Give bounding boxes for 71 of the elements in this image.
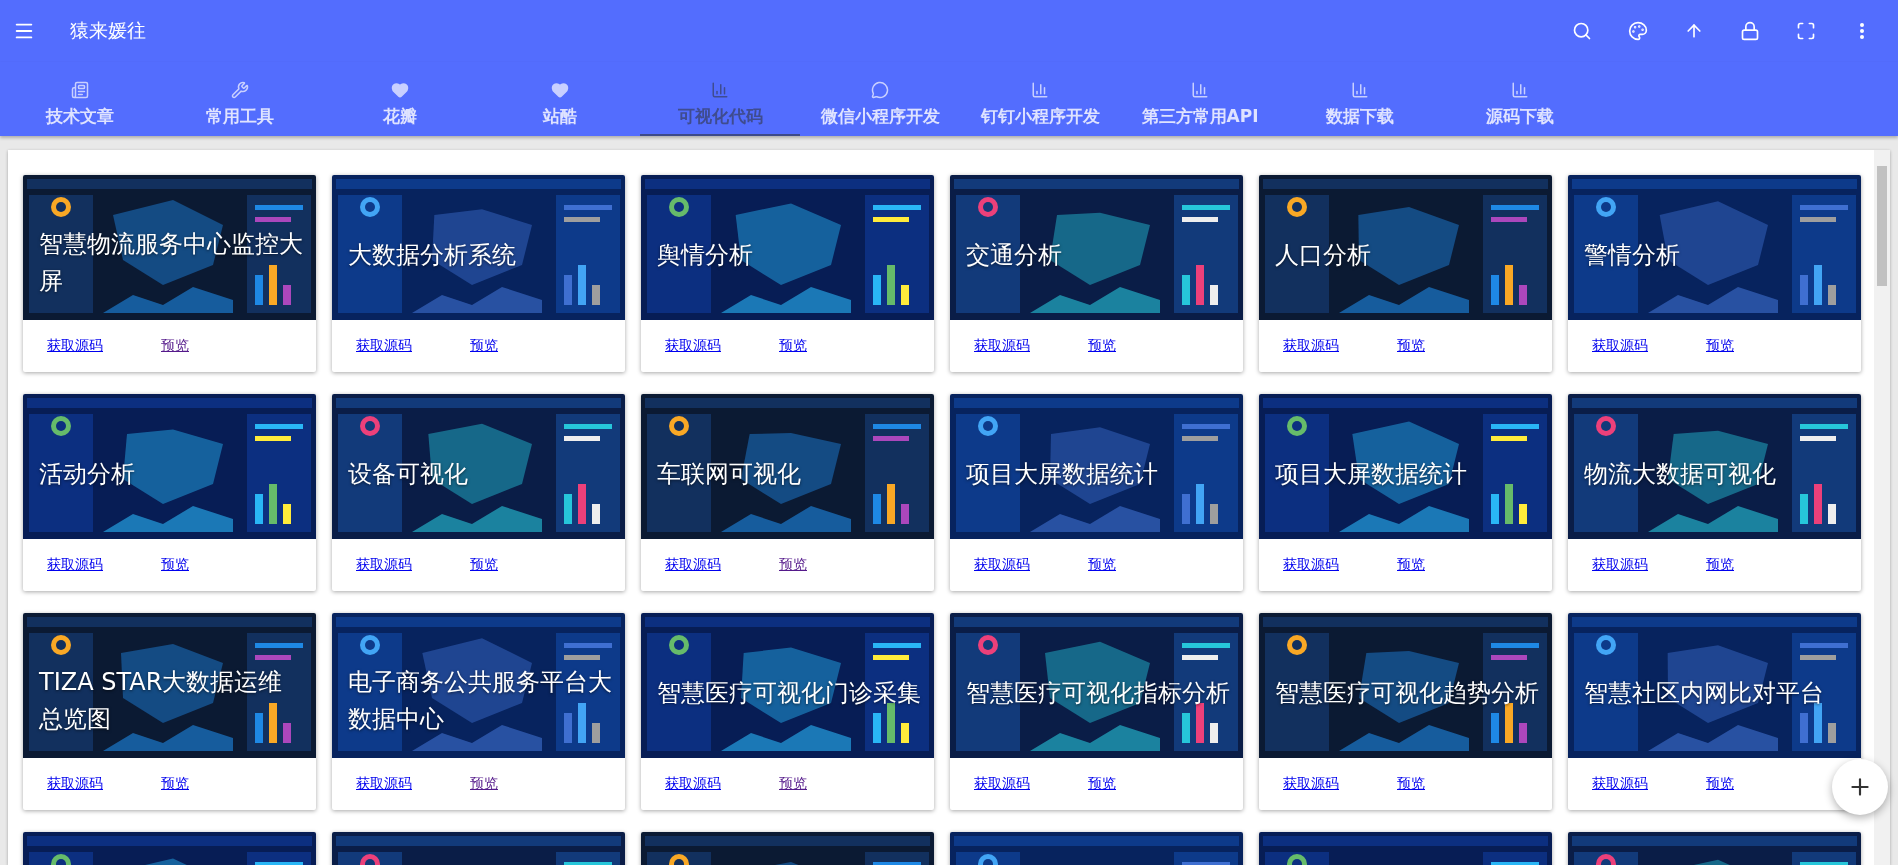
card-title: 活动分析 (39, 458, 136, 490)
more-icon (1860, 23, 1864, 39)
card-title: 项目大屏数据统计 (966, 458, 1159, 490)
card-title: 大数据分析系统 (348, 239, 517, 271)
search-icon (1572, 21, 1592, 41)
heart-icon (391, 81, 409, 99)
source-link[interactable]: 获取源码 (1592, 337, 1648, 355)
source-link[interactable]: 获取源码 (1283, 337, 1339, 355)
source-link[interactable]: 获取源码 (1283, 775, 1339, 793)
source-link[interactable]: 获取源码 (47, 337, 103, 355)
heart-icon (551, 81, 569, 99)
fullscreen-icon (1796, 21, 1816, 41)
card-title: 警情分析 (1584, 239, 1681, 271)
source-link[interactable]: 获取源码 (974, 556, 1030, 574)
source-link[interactable]: 获取源码 (1592, 775, 1648, 793)
preview-link[interactable]: 预览 (161, 337, 189, 355)
card-title: 智慧医疗可视化指标分析 (966, 677, 1231, 709)
card-title: 电子商务公共服务平台大数据中心 (348, 666, 613, 735)
card-title: TIZA STAR大数据运维总览图 (39, 666, 284, 735)
preview-link[interactable]: 预览 (1397, 556, 1425, 574)
app-title: 猿来媛往 (70, 18, 147, 43)
source-link[interactable]: 获取源码 (356, 775, 412, 793)
preview-link[interactable]: 预览 (1706, 337, 1734, 355)
source-link[interactable]: 获取源码 (665, 337, 721, 355)
preview-link[interactable]: 预览 (470, 775, 498, 793)
preview-link[interactable]: 预览 (779, 337, 807, 355)
card-title: 智慧医疗可视化趋势分析 (1275, 677, 1540, 709)
lock-icon (1740, 21, 1760, 41)
source-link[interactable]: 获取源码 (47, 556, 103, 574)
card-title: 物流大数据可视化 (1584, 458, 1777, 490)
preview-link[interactable]: 预览 (161, 556, 189, 574)
bar-chart-icon (1031, 81, 1049, 99)
card-title: 车联网可视化 (657, 458, 802, 490)
card-title: 人口分析 (1275, 239, 1372, 271)
source-link[interactable]: 获取源码 (47, 775, 103, 793)
card-title: 智慧社区内网比对平台 (1584, 677, 1825, 709)
preview-link[interactable]: 预览 (1088, 337, 1116, 355)
preview-link[interactable]: 预览 (1397, 337, 1425, 355)
palette-icon (1628, 21, 1648, 41)
source-link[interactable]: 获取源码 (974, 775, 1030, 793)
card-title: 智慧物流服务中心监控大屏 (39, 228, 304, 297)
source-link[interactable]: 获取源码 (356, 337, 412, 355)
preview-link[interactable]: 预览 (1397, 775, 1425, 793)
source-link[interactable]: 获取源码 (356, 556, 412, 574)
preview-link[interactable]: 预览 (1706, 775, 1734, 793)
preview-link[interactable]: 预览 (1088, 556, 1116, 574)
preview-link[interactable]: 预览 (1706, 556, 1734, 574)
card-title: 舆情分析 (657, 239, 754, 271)
bar-chart-icon (1511, 81, 1529, 99)
preview-link[interactable]: 预览 (161, 775, 189, 793)
card-title: 项目大屏数据统计 (1275, 458, 1468, 490)
newspaper-icon (71, 81, 89, 99)
bar-chart-icon (1351, 81, 1369, 99)
source-link[interactable]: 获取源码 (1592, 556, 1648, 574)
scrollbar[interactable] (1874, 150, 1890, 865)
preview-link[interactable]: 预览 (470, 556, 498, 574)
preview-link[interactable]: 预览 (779, 775, 807, 793)
card-title: 智慧医疗可视化门诊采集 (657, 677, 922, 709)
source-link[interactable]: 获取源码 (665, 556, 721, 574)
source-link[interactable]: 获取源码 (665, 775, 721, 793)
preview-link[interactable]: 预览 (470, 337, 498, 355)
wrench-icon (231, 81, 249, 99)
source-link[interactable]: 获取源码 (1283, 556, 1339, 574)
card-title: 设备可视化 (348, 458, 469, 490)
source-link[interactable]: 获取源码 (974, 337, 1030, 355)
card-title: 交通分析 (966, 239, 1063, 271)
bar-chart-icon (1191, 81, 1209, 99)
bar-chart-icon (711, 81, 729, 99)
chat-bubble-icon (871, 81, 889, 99)
preview-link[interactable]: 预览 (1088, 775, 1116, 793)
preview-link[interactable]: 预览 (779, 556, 807, 574)
